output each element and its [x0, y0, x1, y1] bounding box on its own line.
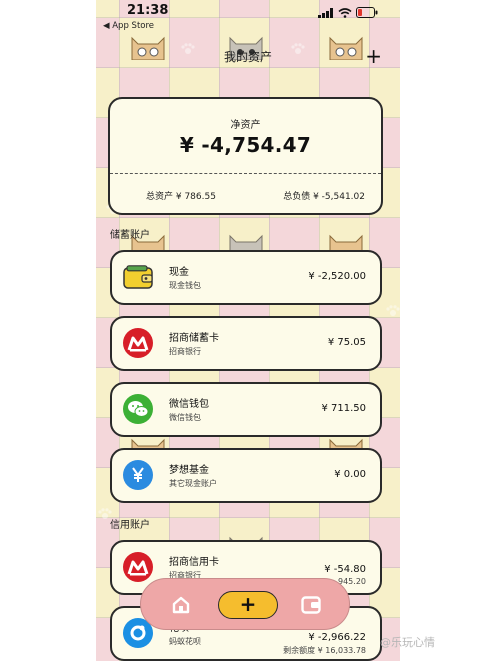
account-card-cmb-savings[interactable]: 招商储蓄卡 招商银行 ¥ 75.05	[110, 316, 382, 371]
net-worth-label: 净资产	[230, 120, 261, 131]
account-balance: ¥ 711.50	[321, 403, 366, 414]
status-icons	[318, 7, 378, 18]
cmb-logo-icon	[123, 328, 153, 358]
account-balance: ¥ 75.05	[327, 337, 366, 348]
account-type: 其它现金账户	[169, 479, 217, 488]
add-record-button[interactable]: +	[218, 591, 278, 619]
app-screen: 21:38 ◀ App Store 我的资产 + 净资产 ¥ -4,754.47…	[96, 0, 400, 661]
account-type: 现金钱包	[169, 281, 201, 290]
dashed-divider	[110, 173, 381, 174]
back-to-app-store[interactable]: ◀ App Store	[103, 21, 154, 31]
cmb-logo-icon	[123, 552, 153, 582]
wifi-icon	[338, 7, 352, 18]
watermark: @乐玩心情	[380, 636, 435, 649]
home-icon[interactable]	[171, 595, 191, 615]
account-name: 招商储蓄卡	[169, 333, 219, 344]
savings-section-title: 储蓄账户	[110, 230, 150, 241]
account-balance: ¥ -2,520.00	[308, 271, 366, 282]
account-type: 微信钱包	[169, 413, 201, 422]
status-time: 21:38	[127, 3, 169, 18]
account-available-credit: 剩余额度 ¥ 16,033.78	[283, 646, 366, 655]
account-name: 招商信用卡	[169, 557, 219, 568]
account-balance: ¥ -2,966.22	[308, 632, 366, 643]
account-name: 微信钱包	[169, 399, 209, 410]
battery-icon	[356, 7, 378, 18]
account-type: 蚂蚁花呗	[169, 637, 201, 646]
total-liabilities: 总负债 ¥ -5,541.02	[283, 192, 365, 202]
bottom-tab-bar: +	[140, 578, 350, 630]
page-title: 我的资产	[223, 50, 272, 64]
total-assets: 总资产 ¥ 786.55	[146, 192, 216, 202]
add-account-button[interactable]: +	[365, 46, 382, 66]
net-worth-value: ¥ -4,754.47	[179, 133, 312, 157]
credit-section-title: 信用账户	[110, 520, 150, 531]
status-bar: 21:38 ◀ App Store	[96, 0, 400, 31]
yen-icon	[123, 460, 153, 490]
wallet-icon	[123, 262, 153, 292]
wallet-tab-icon[interactable]	[301, 596, 321, 614]
account-type: 招商银行	[169, 347, 201, 356]
account-balance: ¥ -54.80	[324, 564, 366, 575]
account-name: 现金	[169, 267, 189, 278]
net-worth-card[interactable]: 净资产 ¥ -4,754.47 总资产 ¥ 786.55 总负债 ¥ -5,54…	[108, 97, 383, 215]
account-card-dream-fund[interactable]: 梦想基金 其它现金账户 ¥ 0.00	[110, 448, 382, 503]
paw-icon	[386, 302, 400, 316]
wechat-icon	[123, 394, 153, 424]
signal-icon	[318, 7, 333, 18]
account-name: 梦想基金	[169, 465, 209, 476]
account-card-wechat[interactable]: 微信钱包 微信钱包 ¥ 711.50	[110, 382, 382, 437]
account-balance: ¥ 0.00	[334, 469, 366, 480]
account-card-cash[interactable]: 现金 现金钱包 ¥ -2,520.00	[110, 250, 382, 305]
